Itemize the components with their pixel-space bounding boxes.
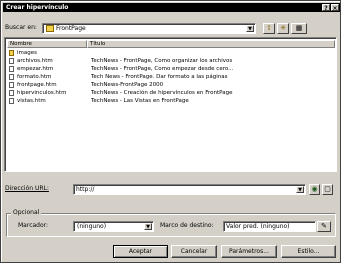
document-icon (9, 90, 14, 96)
file-name: hipervinculos.htm (17, 90, 67, 96)
help-button[interactable]: ? (322, 4, 330, 12)
file-title: TechNews-FrontPage 2000 (91, 82, 164, 88)
cancel-button[interactable]: Cancelar (171, 245, 217, 258)
file-name: images (17, 50, 37, 56)
file-name: empezar.htm (17, 66, 54, 72)
create-hyperlink-dialog: Crear hipervínculo ? × Buscar en: FrontP… (0, 0, 341, 263)
document-icon (9, 74, 14, 80)
dialog-title: Crear hipervínculo (6, 4, 69, 11)
folder-icon (9, 50, 14, 56)
globe-icon: ◉ (311, 185, 318, 193)
browse-web-button[interactable]: ◉ (309, 184, 320, 195)
lookin-value-text: FrontPage (56, 25, 86, 32)
file-name: frontpage.htm (17, 82, 57, 88)
file-name: formato.htm (17, 74, 52, 80)
list-item[interactable]: vistas.htm TechNews - Las Vistas en Front… (8, 97, 328, 105)
edit-target-button[interactable]: ✎ (317, 221, 331, 232)
bookmark-label: Marcador: (18, 222, 49, 229)
views-icon: ▦ (295, 24, 303, 32)
lookin-dropdown[interactable]: FrontPage ▼ (42, 23, 256, 34)
file-list[interactable]: Nombre Título images archivos.htm TechNews… (4, 37, 337, 172)
title-bar[interactable]: Crear hipervínculo ? × (3, 3, 340, 12)
file-name: vistas.htm (17, 98, 46, 104)
target-frame-input: Valor pred. (ninguno) (223, 221, 316, 232)
list-item[interactable]: formato.htm Tech News - FrontPage. Dar fo… (8, 73, 328, 81)
bookmark-value: (ninguno) (77, 223, 107, 230)
document-icon (9, 98, 14, 104)
url-label: Dirección URL: (5, 185, 49, 193)
list-item[interactable]: archivos.htm TechNews - FrontPage, Como o… (8, 57, 328, 65)
file-title: TechNews - FrontPage, Como empezar desde… (91, 66, 234, 72)
url-value: http:// (76, 186, 95, 193)
list-item[interactable]: images (8, 49, 328, 57)
column-header-name[interactable]: Nombre (7, 40, 87, 48)
file-name: archivos.htm (17, 58, 53, 64)
list-item[interactable]: frontpage.htm TechNews-FrontPage 2000 (8, 81, 328, 89)
file-title: Tech News - FrontPage. Dar formato a las… (91, 74, 228, 80)
file-icon: ▢ (324, 185, 331, 193)
views-button[interactable]: ▦ (291, 23, 307, 34)
lookin-value: FrontPage (46, 24, 86, 33)
optional-group-label: Opcional (11, 209, 42, 217)
bookmark-dropdown[interactable]: (ninguno) ▼ (73, 221, 154, 232)
parameters-button[interactable]: Parámetros... (221, 245, 277, 258)
chevron-down-icon[interactable]: ▼ (246, 25, 254, 32)
file-title: TechNews - Creación de hipervínculos en … (91, 90, 233, 96)
url-label-text: Dirección URL: (5, 185, 49, 192)
url-dropdown-arrow[interactable]: ▼ (296, 186, 304, 193)
url-input[interactable]: http:// ▼ (73, 184, 306, 195)
column-header-title[interactable]: Título (87, 40, 335, 48)
lookin-label: Buscar en: (5, 24, 37, 31)
target-frame-label: Marco de destino: (160, 222, 214, 229)
target-frame-value: Valor pred. (ninguno) (226, 223, 290, 230)
document-icon (9, 66, 14, 72)
ok-button[interactable]: Aceptar (113, 245, 168, 258)
pencil-icon: ✎ (321, 222, 327, 230)
file-title: TechNews - FrontPage, Como organizar los… (91, 58, 233, 64)
style-button[interactable]: Estilo... (281, 245, 336, 258)
up-folder-icon: ⇧ (266, 24, 272, 32)
file-title: TechNews - Las Vistas en FrontPage (91, 98, 189, 104)
chevron-down-icon[interactable]: ▼ (144, 223, 152, 230)
document-icon (9, 58, 14, 64)
new-folder-icon: ✳ (280, 24, 286, 32)
list-item[interactable]: hipervinculos.htm TechNews - Creación de … (8, 89, 328, 97)
new-folder-button[interactable]: ✳ (277, 23, 289, 34)
close-button[interactable]: × (331, 4, 339, 12)
browse-file-button[interactable]: ▢ (322, 184, 333, 195)
list-item[interactable]: empezar.htm TechNews - FrontPage, Como em… (8, 65, 328, 73)
document-icon (9, 82, 14, 88)
up-folder-button[interactable]: ⇧ (263, 23, 275, 34)
folder-icon (46, 25, 54, 32)
